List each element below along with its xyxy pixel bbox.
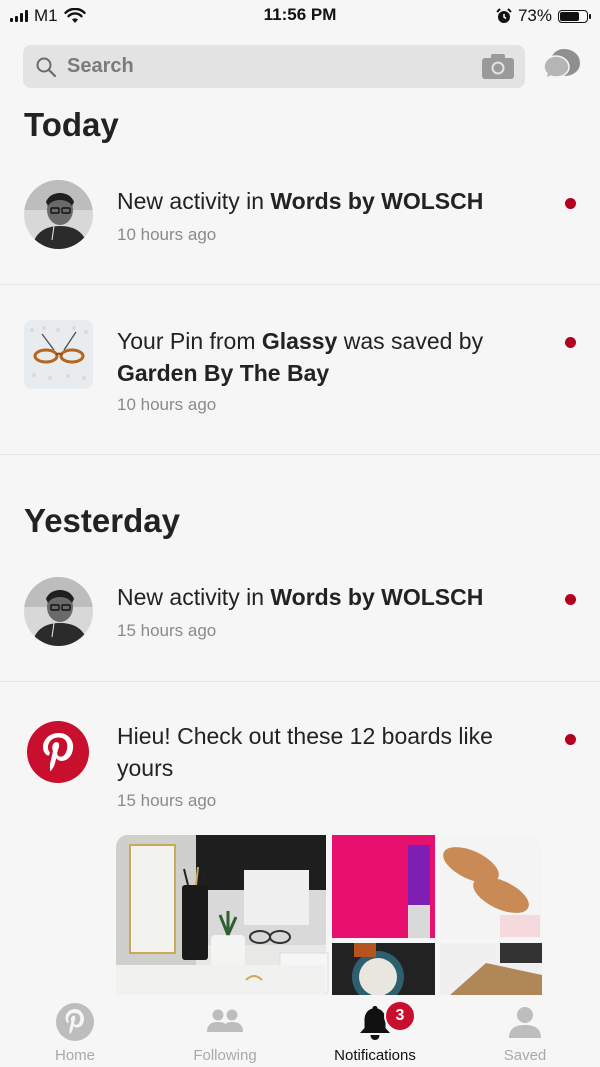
- saver-name[interactable]: Garden By The Bay: [117, 360, 329, 386]
- notification-text-pre: Your Pin from: [117, 328, 262, 354]
- notification-time: 15 hours ago: [117, 791, 217, 810]
- pin-thumbnail[interactable]: [24, 320, 93, 389]
- board-preview-image-desk[interactable]: [116, 835, 329, 995]
- camera-icon[interactable]: [481, 53, 515, 80]
- notification-text-pre: New activity in: [117, 188, 271, 214]
- tab-label-home: Home: [54, 1047, 95, 1064]
- tab-notifications[interactable]: Notifications: [300, 996, 450, 1067]
- board-preview-image-book[interactable]: [440, 943, 542, 995]
- messages-icon[interactable]: [542, 46, 582, 86]
- unread-dot: [565, 337, 576, 348]
- notification-text-mid: was saved by: [337, 328, 484, 354]
- divider: [0, 284, 600, 285]
- board-preview-grid[interactable]: [116, 835, 542, 995]
- battery-icon: [558, 9, 591, 23]
- notification-item[interactable]: Your Pin from Glassy was saved by Garden…: [0, 318, 600, 454]
- notifications-badge: 3: [384, 1000, 416, 1032]
- tab-home[interactable]: Home: [0, 996, 150, 1067]
- search-bar[interactable]: Search: [23, 45, 525, 88]
- tab-following[interactable]: Following: [150, 996, 300, 1067]
- board-name[interactable]: Words by WOLSCH: [270, 584, 483, 610]
- battery-percent: 73%: [517, 6, 552, 25]
- status-bar: M1 11:56 PM 73%: [0, 0, 600, 32]
- notification-text-pre: Hieu! Check out these 12 boards like you…: [117, 723, 493, 781]
- section-title-today: Today: [24, 106, 119, 143]
- tab-label-notifications: Notifications: [334, 1047, 416, 1064]
- notification-time: 10 hours ago: [117, 225, 217, 244]
- notification-time: 10 hours ago: [117, 395, 217, 414]
- tab-saved[interactable]: Saved: [450, 996, 600, 1067]
- pinterest-logo-icon: [27, 721, 89, 783]
- board-name[interactable]: Words by WOLSCH: [270, 188, 483, 214]
- unread-dot: [565, 594, 576, 605]
- divider: [0, 681, 600, 682]
- tab-bar: Home Following Notifications Saved: [0, 996, 600, 1067]
- notification-text-pre: New activity in: [117, 584, 271, 610]
- people-icon: [207, 1009, 243, 1032]
- pin-source-name[interactable]: Glassy: [262, 328, 337, 354]
- board-preview-image-shoes[interactable]: [438, 835, 542, 938]
- notification-text: Your Pin from Glassy was saved by Garden…: [117, 325, 537, 389]
- battery-fill: [560, 11, 579, 21]
- search-input[interactable]: Search: [67, 55, 134, 78]
- notification-item[interactable]: New activity in Words by WOLSCH 15 hours…: [0, 574, 600, 680]
- avatar: [24, 180, 93, 249]
- tab-label-saved: Saved: [503, 1047, 547, 1064]
- unread-dot: [565, 734, 576, 745]
- search-icon: [36, 57, 57, 78]
- section-title-yesterday: Yesterday: [24, 502, 180, 539]
- person-icon: [509, 1007, 541, 1038]
- board-preview-image-lipstick[interactable]: [332, 835, 435, 938]
- notification-text: New activity in Words by WOLSCH: [117, 581, 537, 613]
- avatar: [24, 577, 93, 646]
- notification-item[interactable]: New activity in Words by WOLSCH 10 hours…: [0, 178, 600, 284]
- alarm-icon: [496, 8, 512, 23]
- notification-text: New activity in Words by WOLSCH: [117, 185, 537, 217]
- status-right: 73%: [496, 6, 591, 26]
- notification-text: Hieu! Check out these 12 boards like you…: [117, 720, 537, 784]
- home-pinterest-icon: [56, 1003, 94, 1041]
- notification-time: 15 hours ago: [117, 621, 217, 640]
- unread-dot: [565, 198, 576, 209]
- tab-label-following: Following: [193, 1047, 257, 1064]
- board-preview-image-watch[interactable]: [332, 943, 435, 995]
- divider: [0, 454, 600, 455]
